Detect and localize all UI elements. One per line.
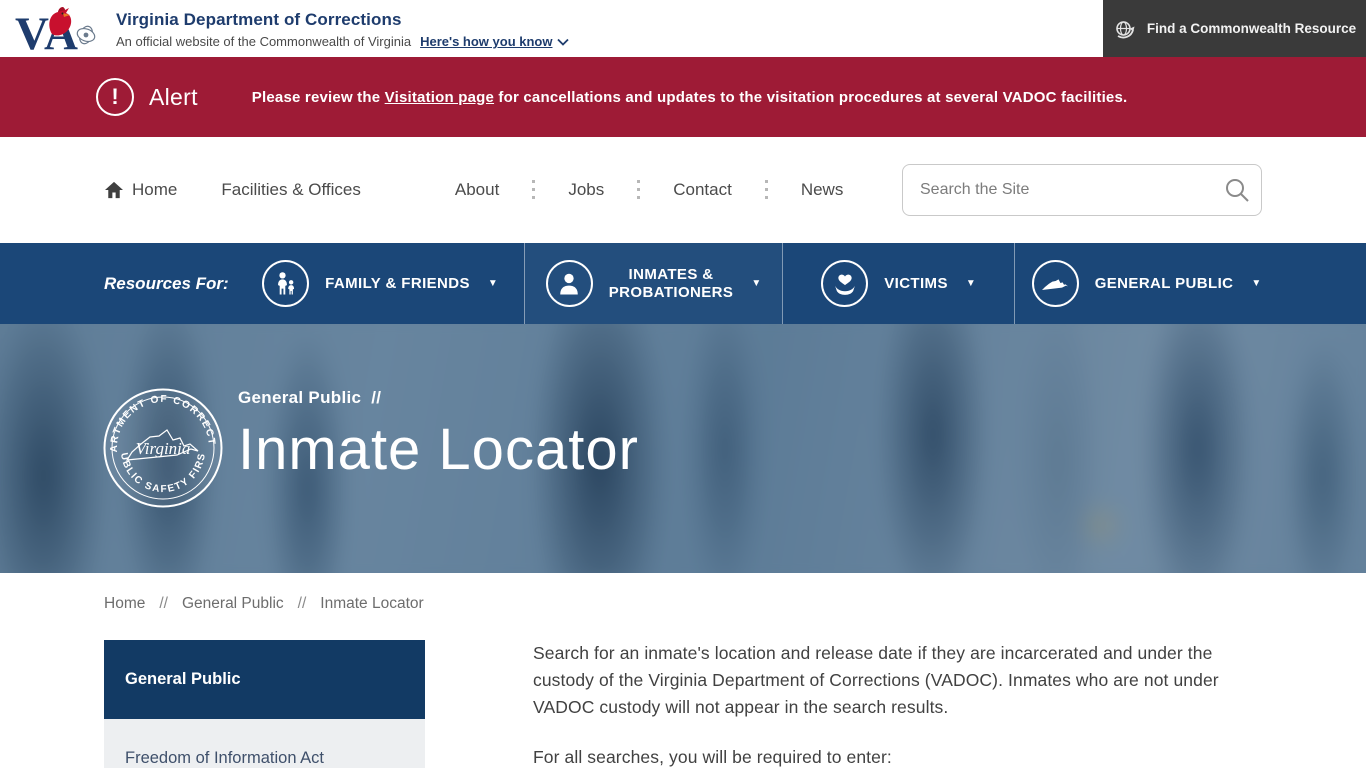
caret-down-icon: ▼ bbox=[966, 278, 976, 289]
main-content: Search for an inmate's location and rele… bbox=[533, 640, 1253, 768]
search-button[interactable] bbox=[1224, 177, 1250, 203]
vadoc-seal: DEPARTMENT OF CORRECTIONS PUBLIC SAFETY … bbox=[103, 388, 223, 508]
nav-about[interactable]: About bbox=[455, 180, 499, 200]
chevron-down-icon bbox=[557, 38, 569, 46]
search-input[interactable] bbox=[902, 164, 1262, 216]
alert-exclamation-icon: ! bbox=[96, 78, 134, 116]
site-header: V A Virginia Department of Corrections A… bbox=[0, 0, 1366, 57]
nav-home[interactable]: Home bbox=[104, 180, 177, 200]
find-commonwealth-resource-button[interactable]: Find a Commonwealth Resource bbox=[1103, 0, 1366, 57]
globe-icon bbox=[1113, 17, 1137, 41]
nav-facilities-offices[interactable]: Facilities & Offices bbox=[221, 180, 361, 200]
section-sidebar: General Public Freedom of Information Ac… bbox=[104, 640, 425, 768]
nav-jobs[interactable]: Jobs bbox=[568, 180, 604, 200]
breadcrumb-general-public[interactable]: General Public bbox=[182, 595, 284, 613]
family-icon bbox=[262, 260, 309, 307]
search-icon bbox=[1224, 177, 1250, 203]
site-title: Virginia Department of Corrections bbox=[116, 10, 569, 30]
breadcrumb-current: Inmate Locator bbox=[320, 595, 423, 613]
sidebar-item-foia[interactable]: Freedom of Information Act bbox=[104, 719, 425, 768]
caret-down-icon: ▼ bbox=[488, 278, 498, 289]
breadcrumb-home[interactable]: Home bbox=[104, 595, 145, 613]
caret-down-icon: ▼ bbox=[1251, 278, 1261, 289]
resources-family-friends[interactable]: FAMILY & FRIENDS ▼ bbox=[236, 243, 524, 324]
alert-label: Alert bbox=[149, 84, 198, 111]
sidebar-item-general-public[interactable]: General Public bbox=[104, 640, 425, 719]
nav-divider bbox=[765, 180, 768, 200]
resources-inmates-probationers[interactable]: INMATES & PROBATIONERS ▼ bbox=[524, 243, 782, 324]
alert-banner: ! Alert Please review the Visitation pag… bbox=[0, 57, 1366, 137]
alert-message: Please review the Visitation page for ca… bbox=[252, 89, 1128, 106]
resource-link-label: Find a Commonwealth Resource bbox=[1147, 21, 1356, 36]
visitation-page-link[interactable]: Visitation page bbox=[385, 89, 494, 106]
inmate-icon bbox=[546, 260, 593, 307]
nav-divider bbox=[637, 180, 640, 200]
vadoc-logo[interactable]: V A bbox=[14, 2, 106, 56]
search-requirements-lead: For all searches, you will be required t… bbox=[533, 744, 1253, 768]
resources-for-label: Resources For: bbox=[104, 243, 236, 324]
resources-general-public[interactable]: GENERAL PUBLIC ▼ bbox=[1014, 243, 1278, 324]
caret-down-icon: ▼ bbox=[751, 278, 761, 289]
intro-paragraph: Search for an inmate's location and rele… bbox=[533, 640, 1253, 721]
resources-for-bar: Resources For: FAMILY & FRIENDS ▼ bbox=[0, 243, 1366, 324]
breadcrumb: Home // General Public // Inmate Locator bbox=[104, 595, 1366, 613]
brand-block: Virginia Department of Corrections An of… bbox=[116, 8, 569, 49]
nav-divider bbox=[532, 180, 535, 200]
official-website-text: An official website of the Commonwealth … bbox=[116, 34, 411, 49]
page: V A Virginia Department of Corrections A… bbox=[0, 0, 1366, 768]
virginia-state-icon bbox=[1032, 260, 1079, 307]
site-search bbox=[902, 164, 1262, 216]
hero-category-link[interactable]: General Public // bbox=[238, 388, 639, 408]
home-icon bbox=[104, 181, 124, 199]
primary-navigation: Home Facilities & Offices About Jobs Con… bbox=[0, 137, 1366, 243]
hero-banner: DEPARTMENT OF CORRECTIONS PUBLIC SAFETY … bbox=[0, 324, 1366, 573]
vadoc-logo-graphic: V A bbox=[14, 2, 106, 56]
nav-contact[interactable]: Contact bbox=[673, 180, 732, 200]
dogwood-flower-icon bbox=[75, 24, 96, 45]
nav-news[interactable]: News bbox=[801, 180, 844, 200]
seal-script-text: Virginia bbox=[136, 439, 191, 458]
heres-how-you-know-link[interactable]: Here's how you know bbox=[420, 34, 569, 49]
victim-hands-heart-icon bbox=[821, 260, 868, 307]
page-title: Inmate Locator bbox=[238, 416, 639, 483]
resources-victims[interactable]: VICTIMS ▼ bbox=[782, 243, 1014, 324]
